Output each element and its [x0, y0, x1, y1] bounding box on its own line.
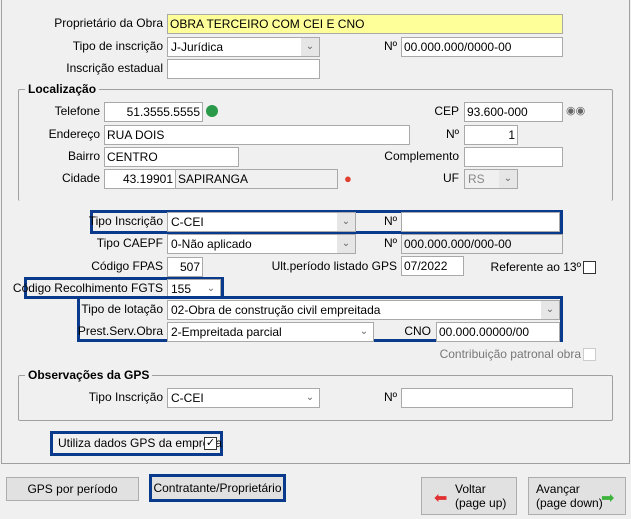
voltar-sub: (page up) — [455, 496, 507, 510]
cidade-nome-field: SAPIRANGA — [175, 169, 338, 189]
contrib-label: Contribuição patronal obra — [439, 347, 581, 361]
lotacao-value: 02-Obra de construção civil empreitada — [171, 303, 381, 317]
obs-nr-input[interactable] — [401, 388, 573, 408]
telefone-input[interactable]: 51.3555.5555 — [104, 102, 203, 122]
ult-periodo-label: Ult.período listado GPS — [271, 259, 397, 273]
obs-tipo-inscricao-value: C-CEI — [171, 391, 204, 405]
endereco-input[interactable]: RUA DOIS — [104, 125, 410, 145]
lotacao-select[interactable]: 02-Obra de construção civil empreitada ⌄ — [167, 300, 560, 320]
obs-tipo-inscricao-select[interactable]: C-CEI ⌄ — [167, 388, 320, 408]
avancar-text: Avançar (page down) — [536, 482, 603, 510]
ref13-label: Referente ao 13º — [490, 260, 581, 274]
gps-nr-input[interactable] — [401, 212, 560, 232]
bairro-label: Bairro — [67, 149, 100, 163]
owner-label: Proprietário da Obra — [54, 16, 163, 30]
numero-label: Nº — [445, 127, 459, 141]
gps-periodo-button[interactable]: GPS por período — [6, 477, 139, 501]
voltar-label: Voltar — [455, 482, 486, 496]
complemento-label: Complemento — [384, 149, 459, 163]
cep-label: CEP — [434, 104, 459, 118]
cno-input[interactable]: 00.000.00000/00 — [436, 322, 560, 342]
endereco-label: Endereço — [48, 127, 100, 141]
ref13-checkbox[interactable] — [583, 261, 596, 274]
gps-tipo-inscricao-select[interactable]: C-CEI ⌄ — [167, 212, 356, 232]
tipo-caepf-value: 0-Não aplicado — [171, 237, 252, 251]
tipo-caepf-label: Tipo CAEPF — [96, 236, 163, 250]
gps-tipo-inscricao-value: C-CEI — [171, 215, 204, 229]
tipo-caepf-select[interactable]: 0-Não aplicado ⌄ — [167, 234, 356, 254]
avancar-button[interactable]: Avançar (page down) ➡ — [528, 477, 626, 515]
uf-value: RS — [468, 172, 485, 186]
fpas-label: Código FPAS — [91, 259, 163, 273]
map-pin-icon[interactable]: ● — [344, 171, 352, 186]
cno-label: CNO — [404, 324, 431, 338]
voltar-text: Voltar (page up) — [455, 482, 506, 510]
utiliza-label: Utiliza dados GPS da empresa — [58, 436, 223, 450]
binoculars-icon[interactable]: ◉◉ — [566, 104, 585, 117]
uf-label: UF — [443, 171, 459, 185]
observacoes-title: Observações da GPS — [25, 368, 153, 382]
chevron-down-icon: ⌄ — [337, 235, 355, 253]
chevron-down-icon: ⌄ — [337, 213, 355, 231]
chevron-down-icon: ⌄ — [355, 323, 373, 341]
cidade-codigo-input[interactable]: 43.19901 — [104, 169, 176, 189]
complemento-input[interactable] — [464, 147, 563, 167]
contratante-button[interactable]: Contratante/Proprietário — [149, 474, 286, 502]
localizacao-title: Localização — [25, 82, 100, 96]
lotacao-label: Tipo de lotação — [81, 302, 163, 316]
nr-label: Nº — [384, 39, 398, 53]
fpas-input[interactable]: 507 — [167, 257, 203, 277]
cep-input[interactable]: 93.600-000 — [464, 102, 563, 122]
cidade-label: Cidade — [61, 171, 100, 185]
ult-periodo-input[interactable]: 07/2022 — [401, 256, 464, 276]
gps-tipo-inscricao-label: Tipo Inscrição — [88, 214, 163, 228]
arrow-right-icon: ➡ — [601, 490, 615, 507]
obs-nr-label: Nº — [384, 390, 398, 404]
contrib-checkbox — [583, 348, 596, 361]
tipo-inscricao-value: J-Jurídica — [171, 40, 224, 54]
numero-input[interactable]: 1 — [464, 125, 518, 145]
inscricao-estadual-input[interactable] — [167, 59, 320, 79]
caepf-nr-field: 000.000.000/000-00 — [401, 234, 563, 254]
nr-input[interactable]: 00.000.000/0000-00 — [401, 37, 563, 57]
telefone-label: Telefone — [54, 104, 100, 118]
caepf-nr-label: Nº — [384, 236, 398, 250]
voltar-button[interactable]: ⬅ Voltar (page up) — [421, 477, 517, 515]
arrow-left-icon: ⬅ — [434, 490, 448, 507]
utiliza-checkbox[interactable]: ✓ — [204, 437, 217, 450]
tipo-inscricao-label: Tipo de inscrição — [72, 39, 163, 53]
tipo-inscricao-select[interactable]: J-Jurídica ⌄ — [167, 37, 320, 57]
fgts-value: 155 — [171, 282, 192, 296]
inscricao-estadual-label: Inscrição estadual — [66, 61, 163, 75]
avancar-sub: (page down) — [536, 496, 603, 510]
obs-tipo-inscricao-label: Tipo Inscrição — [88, 390, 163, 404]
prest-value: 2-Empreitada parcial — [171, 325, 282, 339]
whatsapp-icon[interactable] — [206, 105, 218, 117]
bairro-input[interactable]: CENTRO — [104, 147, 239, 167]
prest-label: Prest.Serv.Obra — [77, 324, 163, 338]
chevron-down-icon: ⌄ — [301, 389, 319, 407]
chevron-down-icon: ⌄ — [499, 170, 517, 188]
chevron-down-icon: ⌄ — [541, 301, 559, 319]
uf-select: RS ⌄ — [464, 169, 518, 189]
prest-select[interactable]: 2-Empreitada parcial ⌄ — [167, 322, 374, 342]
owner-input[interactable]: OBRA TERCEIRO COM CEI E CNO — [167, 14, 563, 34]
chevron-down-icon: ⌄ — [301, 38, 319, 56]
gps-nr-label: Nº — [384, 214, 398, 228]
avancar-label: Avançar — [536, 482, 580, 496]
